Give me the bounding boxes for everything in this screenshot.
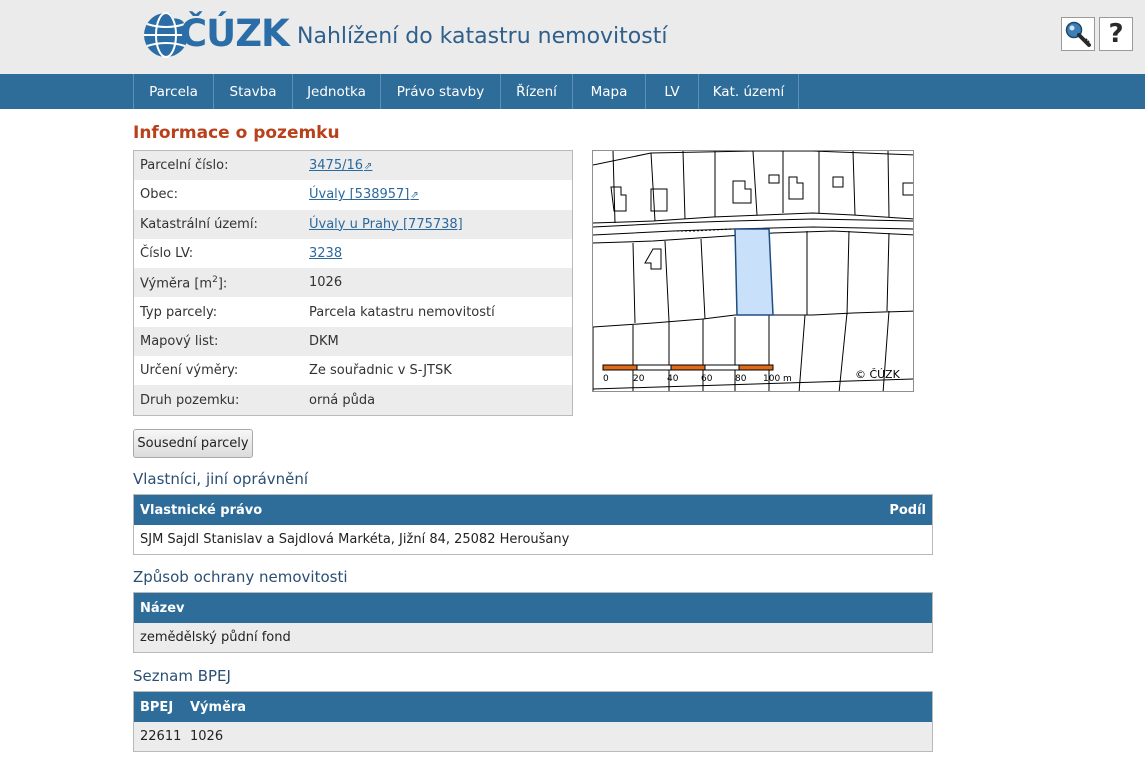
map-sheet-value: DKM: [309, 333, 339, 349]
info-row-lv-number: Číslo LV: 3238: [134, 238, 572, 269]
lv-number-link[interactable]: 3238: [305, 246, 342, 261]
info-label: Katastrální území:: [140, 216, 258, 232]
info-label: Číslo LV:: [140, 246, 194, 262]
col-name: Název: [140, 600, 185, 616]
nav-jednotka[interactable]: Jednotka: [293, 74, 381, 109]
info-label: Mapový list:: [140, 333, 219, 349]
land-type-value: orná půda: [309, 392, 376, 408]
owners-heading: Vlastníci, jiní oprávnění: [133, 470, 309, 488]
area-label-text: Výměra [m: [140, 276, 213, 291]
info-label: Parcelní číslo:: [140, 158, 229, 174]
area-determination-value: Ze souřadnic v S-JTSK: [309, 363, 452, 379]
info-row-map-sheet: Mapový list: DKM: [134, 326, 572, 357]
table-row: zemědělský půdní fond: [134, 623, 932, 652]
parcel-number-link[interactable]: 3475/16⇗: [305, 158, 372, 173]
info-row-municipality: Obec: Úvaly [538957]⇗: [134, 180, 572, 210]
external-link-icon: ⇗: [410, 190, 419, 202]
map-copyright: © ČÚZK: [855, 368, 901, 381]
scale-label-100m: 100 m: [763, 374, 792, 384]
area-value: 1026: [309, 275, 343, 291]
cadastral-map: 0 20 40 60 80 100 m © ČÚZK: [593, 151, 913, 391]
parcel-number-value[interactable]: 3475/16: [309, 158, 363, 173]
info-heading: Informace o pozemku: [133, 123, 340, 143]
scale-label-0: 0: [603, 374, 609, 384]
external-link-icon: ⇗: [364, 161, 373, 173]
info-row-parcel-type: Typ parcely: Parcela katastru nemovitost…: [134, 297, 572, 327]
nav-rizeni[interactable]: Řízení: [501, 74, 573, 109]
bpej-heading: Seznam BPEJ: [133, 667, 231, 685]
header: ČÚZK Nahlížení do katastru nemovitostí ?: [0, 0, 1145, 74]
scale-label-60: 60: [701, 374, 713, 384]
main-nav: Parcela Stavba Jednotka Právo stavby Říz…: [0, 74, 1145, 109]
search-key-icon: [1065, 21, 1091, 47]
site-title: Nahlížení do katastru nemovitostí: [297, 24, 668, 49]
nav-stavba[interactable]: Stavba: [214, 74, 293, 109]
owners-table: Vlastnické právo Podíl SJM Sajdl Stanisl…: [133, 494, 933, 555]
nav-mapa[interactable]: Mapa: [573, 74, 646, 109]
col-area: Výměra: [190, 699, 247, 715]
owners-table-header: Vlastnické právo Podíl: [134, 495, 932, 525]
protection-heading: Způsob ochrany nemovitosti: [133, 568, 348, 586]
neighbor-parcels-button[interactable]: Sousední parcely: [133, 429, 253, 458]
info-label: Výměra [m2]:: [134, 275, 305, 291]
info-label: Druh pozemku:: [140, 392, 240, 408]
info-row-land-type: Druh pozemku: orná půda: [134, 385, 572, 415]
bpej-area: 1026: [190, 729, 224, 744]
info-label: Typ parcely:: [140, 304, 218, 320]
owner-entry: SJM Sajdl Stanislav a Sajdlová Markéta, …: [140, 532, 570, 547]
municipality-link[interactable]: Úvaly [538957]⇗: [305, 187, 419, 202]
info-row-cadastral-area: Katastrální území: Úvaly u Prahy [775738…: [134, 209, 572, 239]
cadastral-area-link[interactable]: Úvaly u Prahy [775738]: [305, 217, 463, 232]
info-row-area-determination: Určení výměry: Ze souřadnic v S-JTSK: [134, 356, 572, 386]
col-bpej: BPEJ: [140, 699, 174, 715]
info-label: Obec:: [140, 187, 179, 203]
municipality-value[interactable]: Úvaly [538957]: [309, 187, 409, 202]
search-button[interactable]: [1061, 17, 1095, 51]
protection-table: Název zemědělský půdní fond: [133, 592, 933, 653]
parcel-map[interactable]: 0 20 40 60 80 100 m © ČÚZK: [592, 150, 914, 392]
area-label-tail: ]:: [217, 276, 228, 291]
parcel-info-table: Parcelní číslo: 3475/16⇗ Obec: Úvaly [53…: [133, 150, 573, 416]
scale-label-20: 20: [633, 374, 645, 384]
info-row-parcel-number: Parcelní číslo: 3475/16⇗: [134, 151, 572, 181]
help-button[interactable]: ?: [1099, 17, 1133, 51]
protection-entry: zemědělský půdní fond: [140, 630, 291, 645]
scale-label-40: 40: [667, 374, 679, 384]
nav-lv[interactable]: LV: [646, 74, 699, 109]
info-label: Určení výměry:: [140, 363, 239, 379]
col-share: Podíl: [889, 502, 926, 518]
parcel-type-value: Parcela katastru nemovitostí: [309, 304, 495, 320]
table-row: 22611 1026: [134, 722, 932, 751]
nav-kat-uzemi[interactable]: Kat. území: [699, 74, 799, 109]
scale-label-80: 80: [735, 374, 747, 384]
nav-parcela[interactable]: Parcela: [134, 74, 214, 109]
bpej-table-header: BPEJ Výměra: [134, 692, 932, 722]
nav-pravo-stavby[interactable]: Právo stavby: [381, 74, 501, 109]
bpej-table: BPEJ Výměra 22611 1026: [133, 691, 933, 752]
info-row-area: Výměra [m2]: 1026: [134, 268, 572, 298]
protection-table-header: Název: [134, 593, 932, 623]
table-row: SJM Sajdl Stanislav a Sajdlová Markéta, …: [134, 525, 932, 554]
col-ownership-right: Vlastnické právo: [140, 502, 263, 518]
bpej-code: 22611: [140, 729, 182, 744]
logo-text[interactable]: ČÚZK: [180, 12, 290, 55]
